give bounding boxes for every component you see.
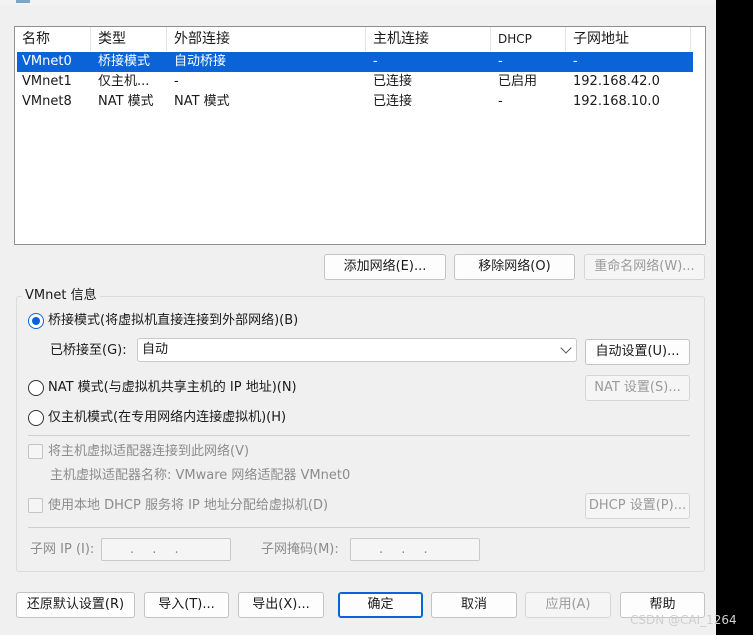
subnet-ip-input[interactable]: . . . [101, 538, 231, 561]
dhcp-label: 使用本地 DHCP 服务将 IP 地址分配给虚拟机(D) [48, 498, 329, 513]
bridged-mode-radio[interactable]: 桥接模式(将虚拟机直接连接到外部网络)(B) [28, 311, 348, 331]
adapter-name-text: 主机虚拟适配器名称: VMware 网络适配器 VMnet0 [50, 468, 351, 483]
subnet-ip-label: 子网 IP (I): [30, 542, 95, 557]
watermark: CSDN @CAI_1264 [630, 613, 737, 627]
cell-subnet: 192.168.10.0 [573, 94, 660, 109]
table-row[interactable]: VMnet0 桥接模式 自动桥接 - - - [17, 52, 693, 72]
ok-button[interactable]: 确定 [338, 592, 423, 618]
table-row[interactable]: VMnet1 仅主机... - 已连接 已启用 192.168.42.0 [17, 72, 693, 92]
connect-adapter-label: 将主机虚拟适配器连接到此网络(V) [48, 444, 250, 459]
subnet-mask-value: . . . [379, 542, 428, 557]
radio-checked-icon[interactable] [28, 313, 44, 329]
subnet-ip-value: . . . [130, 542, 179, 557]
checkbox-icon[interactable] [28, 498, 43, 513]
dhcp-checkbox[interactable]: 使用本地 DHCP 服务将 IP 地址分配给虚拟机(D) [28, 496, 368, 516]
connect-adapter-checkbox[interactable]: 将主机虚拟适配器连接到此网络(V) [28, 442, 318, 462]
chevron-down-icon [560, 342, 572, 354]
cell-external: 自动桥接 [174, 54, 227, 69]
bridged-to-label: 已桥接至(G): [50, 343, 127, 358]
cell-host: - [373, 54, 378, 69]
add-network-button[interactable]: 添加网络(E)... [324, 254, 446, 280]
column-header-name[interactable]: 名称 [15, 27, 91, 51]
host-only-mode-radio[interactable]: 仅主机模式(在专用网络内连接虚拟机)(H) [28, 408, 348, 428]
column-header-host[interactable]: 主机连接 [366, 27, 491, 51]
cell-dhcp: - [498, 54, 503, 69]
column-header-subnet[interactable]: 子网地址 [566, 27, 691, 51]
host-only-mode-label: 仅主机模式(在专用网络内连接虚拟机)(H) [48, 410, 287, 425]
export-button[interactable]: 导出(X)... [238, 592, 324, 618]
apply-button[interactable]: 应用(A) [525, 592, 611, 618]
radio-unchecked-icon[interactable] [28, 410, 44, 426]
cell-dhcp: 已启用 [498, 74, 538, 89]
bridged-to-select[interactable]: 自动 [137, 338, 577, 362]
column-header-dhcp[interactable]: DHCP [491, 27, 566, 51]
checkbox-icon[interactable] [28, 444, 43, 459]
network-list[interactable]: 名称 类型 外部连接 主机连接 DHCP 子网地址 VMnet0 桥接模式 自动… [14, 26, 706, 245]
dhcp-settings-button[interactable]: DHCP 设置(P)... [585, 493, 690, 519]
virtual-network-editor-window: 名称 类型 外部连接 主机连接 DHCP 子网地址 VMnet0 桥接模式 自动… [0, 0, 716, 635]
table-row[interactable]: VMnet8 NAT 模式 NAT 模式 已连接 - 192.168.10.0 [17, 92, 693, 112]
app-icon [16, 0, 30, 3]
cell-dhcp: - [498, 94, 503, 109]
list-header: 名称 类型 外部连接 主机连接 DHCP 子网地址 [15, 27, 705, 51]
bridged-to-value: 自动 [142, 342, 169, 357]
rename-network-button[interactable]: 重命名网络(W)... [584, 254, 705, 280]
column-header-type[interactable]: 类型 [91, 27, 167, 51]
cell-subnet: 192.168.42.0 [573, 74, 660, 89]
subnet-mask-label: 子网掩码(M): [261, 542, 339, 557]
cell-name: VMnet0 [22, 54, 72, 69]
cell-name: VMnet1 [22, 74, 72, 89]
separator [28, 527, 690, 528]
column-header-external[interactable]: 外部连接 [167, 27, 366, 51]
nat-settings-button[interactable]: NAT 设置(S)... [585, 375, 690, 401]
cell-host: 已连接 [373, 74, 413, 89]
nat-mode-radio[interactable]: NAT 模式(与虚拟机共享主机的 IP 地址)(N) [28, 378, 348, 398]
bridged-mode-label: 桥接模式(将虚拟机直接连接到外部网络)(B) [48, 313, 299, 328]
import-button[interactable]: 导入(T)... [144, 592, 229, 618]
cell-type: NAT 模式 [98, 94, 154, 109]
cell-type: 桥接模式 [98, 54, 151, 69]
title-bar[interactable] [0, 0, 716, 5]
auto-settings-button[interactable]: 自动设置(U)... [585, 339, 690, 365]
cell-host: 已连接 [373, 94, 413, 109]
vmnet-info-label: VMnet 信息 [22, 288, 100, 304]
cell-external: NAT 模式 [174, 94, 230, 109]
cancel-button[interactable]: 取消 [431, 592, 517, 618]
remove-network-button[interactable]: 移除网络(O) [454, 254, 575, 280]
cell-external: - [174, 74, 179, 89]
cell-type: 仅主机... [98, 74, 150, 89]
cell-subnet: - [573, 54, 578, 69]
radio-unchecked-icon[interactable] [28, 380, 44, 396]
subnet-mask-input[interactable]: . . . [350, 538, 480, 561]
cell-name: VMnet8 [22, 94, 72, 109]
restore-defaults-button[interactable]: 还原默认设置(R) [16, 592, 135, 618]
separator [28, 435, 690, 436]
nat-mode-label: NAT 模式(与虚拟机共享主机的 IP 地址)(N) [48, 380, 297, 395]
